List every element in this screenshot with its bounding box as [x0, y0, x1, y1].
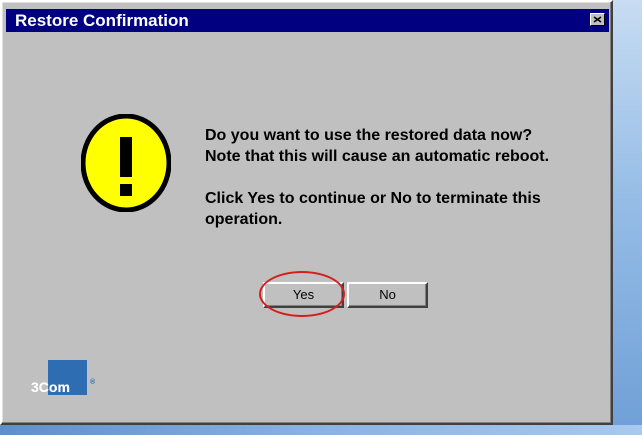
- desktop-backdrop-bottom: [0, 425, 642, 435]
- restore-confirmation-dialog: Restore Confirmation Do you want to use …: [0, 0, 613, 425]
- no-button[interactable]: No: [347, 282, 428, 308]
- message-line-1: Do you want to use the restored data now…: [205, 127, 533, 144]
- dialog-message: Do you want to use the restored data now…: [205, 125, 575, 230]
- title-bar: Restore Confirmation: [6, 9, 609, 32]
- message-instruction: Click Yes to continue or No to terminate…: [205, 190, 541, 228]
- message-line-2: Note that this will cause an automatic r…: [205, 148, 550, 165]
- warning-icon: [81, 114, 171, 212]
- yes-button[interactable]: Yes: [263, 282, 344, 308]
- message-question: Do you want to use the restored data now…: [205, 125, 575, 167]
- logo-registered-mark: ®: [90, 379, 96, 386]
- dialog-title: Restore Confirmation: [15, 11, 189, 30]
- close-button[interactable]: [590, 13, 605, 26]
- desktop-backdrop-right: [613, 0, 642, 435]
- logo-text: 3Com: [31, 379, 70, 395]
- close-icon: [593, 16, 602, 23]
